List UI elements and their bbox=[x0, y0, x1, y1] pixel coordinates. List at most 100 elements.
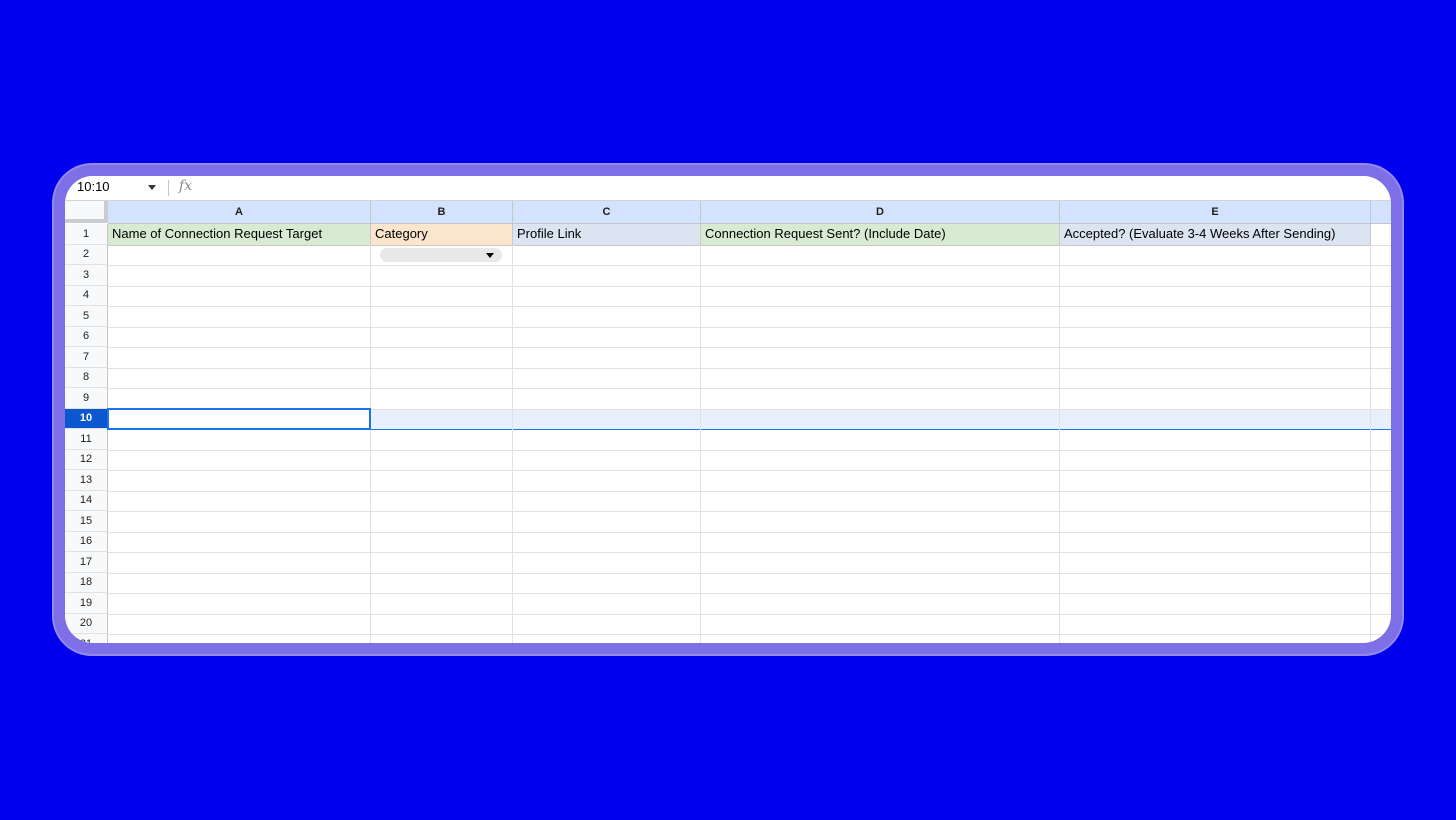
cell-f15[interactable] bbox=[1371, 511, 1391, 533]
cell-f11[interactable] bbox=[1371, 429, 1391, 451]
cell-b21[interactable] bbox=[371, 634, 513, 643]
cell-d6[interactable] bbox=[701, 326, 1060, 348]
cell-a19[interactable] bbox=[108, 593, 371, 615]
cell-c10[interactable] bbox=[513, 408, 701, 430]
cell-f7[interactable] bbox=[1371, 347, 1391, 369]
row-header-7[interactable]: 7 bbox=[65, 347, 108, 368]
cell-d12[interactable] bbox=[701, 449, 1060, 471]
header-cell-e[interactable]: Accepted? (Evaluate 3-4 Weeks After Send… bbox=[1060, 224, 1371, 246]
cell-e2[interactable] bbox=[1060, 244, 1371, 266]
cell-f9[interactable] bbox=[1371, 388, 1391, 410]
column-header-partial[interactable] bbox=[1371, 201, 1391, 224]
cell-c14[interactable] bbox=[513, 490, 701, 512]
cell-e19[interactable] bbox=[1060, 593, 1371, 615]
cell-b6[interactable] bbox=[371, 326, 513, 348]
cell-f17[interactable] bbox=[1371, 552, 1391, 574]
cell-b19[interactable] bbox=[371, 593, 513, 615]
cell-b14[interactable] bbox=[371, 490, 513, 512]
cell-a7[interactable] bbox=[108, 347, 371, 369]
cell-b18[interactable] bbox=[371, 572, 513, 594]
cell-d11[interactable] bbox=[701, 429, 1060, 451]
cell-b17[interactable] bbox=[371, 552, 513, 574]
cell-d18[interactable] bbox=[701, 572, 1060, 594]
cell-e16[interactable] bbox=[1060, 531, 1371, 553]
cell-c7[interactable] bbox=[513, 347, 701, 369]
cell-f19[interactable] bbox=[1371, 593, 1391, 615]
cell-e6[interactable] bbox=[1060, 326, 1371, 348]
cell-e18[interactable] bbox=[1060, 572, 1371, 594]
cell-a5[interactable] bbox=[108, 306, 371, 328]
cell-c21[interactable] bbox=[513, 634, 701, 643]
cell-f16[interactable] bbox=[1371, 532, 1391, 553]
cell-d10[interactable] bbox=[701, 408, 1060, 430]
cell-e21[interactable] bbox=[1060, 634, 1371, 643]
active-cell-a10[interactable] bbox=[107, 407, 371, 430]
cell-d19[interactable] bbox=[701, 593, 1060, 615]
cell-b5[interactable] bbox=[371, 306, 513, 328]
row-header-5[interactable]: 5 bbox=[65, 306, 108, 327]
cell-b12[interactable] bbox=[371, 449, 513, 471]
cell-b15[interactable] bbox=[371, 511, 513, 533]
cell-d13[interactable] bbox=[701, 470, 1060, 492]
cell-f8[interactable] bbox=[1371, 368, 1391, 389]
cell-c4[interactable] bbox=[513, 285, 701, 307]
cell-c11[interactable] bbox=[513, 429, 701, 451]
row-header-4[interactable]: 4 bbox=[65, 285, 108, 306]
row-header-15[interactable]: 15 bbox=[65, 511, 108, 532]
row-header-19[interactable]: 19 bbox=[65, 593, 108, 614]
cell-e14[interactable] bbox=[1060, 490, 1371, 512]
cell-a2[interactable] bbox=[108, 244, 371, 266]
cell-e12[interactable] bbox=[1060, 449, 1371, 471]
cell-e15[interactable] bbox=[1060, 511, 1371, 533]
cell-a14[interactable] bbox=[108, 490, 371, 512]
cell-e20[interactable] bbox=[1060, 613, 1371, 635]
cell-b3[interactable] bbox=[371, 265, 513, 287]
cell-c16[interactable] bbox=[513, 531, 701, 553]
select-all-corner[interactable] bbox=[65, 201, 108, 223]
cell-b7[interactable] bbox=[371, 347, 513, 369]
cell-a9[interactable] bbox=[108, 388, 371, 410]
cell-b10[interactable] bbox=[371, 408, 513, 430]
cell-d21[interactable] bbox=[701, 634, 1060, 643]
cell-a17[interactable] bbox=[108, 552, 371, 574]
cell-f4[interactable] bbox=[1371, 286, 1391, 307]
cell-f2[interactable] bbox=[1371, 245, 1391, 266]
cell-e17[interactable] bbox=[1060, 552, 1371, 574]
row-header-9[interactable]: 9 bbox=[65, 388, 108, 409]
header-cell-a[interactable]: Name of Connection Request Target bbox=[108, 224, 371, 246]
cell-c15[interactable] bbox=[513, 511, 701, 533]
cell-a12[interactable] bbox=[108, 449, 371, 471]
column-header-a[interactable]: A bbox=[108, 201, 371, 224]
cell-a15[interactable] bbox=[108, 511, 371, 533]
cell-d3[interactable] bbox=[701, 265, 1060, 287]
cell-b16[interactable] bbox=[371, 531, 513, 553]
row-header-6[interactable]: 6 bbox=[65, 326, 108, 347]
cell-c13[interactable] bbox=[513, 470, 701, 492]
column-header-c[interactable]: C bbox=[513, 201, 701, 224]
cell-a13[interactable] bbox=[108, 470, 371, 492]
cell-f1[interactable] bbox=[1371, 224, 1391, 246]
row-header-10[interactable]: 10 bbox=[65, 408, 108, 429]
name-box-dropdown-icon[interactable] bbox=[148, 185, 156, 190]
cell-b13[interactable] bbox=[371, 470, 513, 492]
cell-f10[interactable] bbox=[1371, 409, 1391, 431]
row-header-8[interactable]: 8 bbox=[65, 367, 108, 388]
name-box[interactable]: 10:10 bbox=[77, 179, 110, 194]
cell-f3[interactable] bbox=[1371, 265, 1391, 287]
cell-e3[interactable] bbox=[1060, 265, 1371, 287]
cell-c2[interactable] bbox=[513, 244, 701, 266]
cell-a21[interactable] bbox=[108, 634, 371, 643]
cell-b11[interactable] bbox=[371, 429, 513, 451]
row-header-13[interactable]: 13 bbox=[65, 470, 108, 491]
header-cell-b[interactable]: Category bbox=[371, 224, 513, 246]
cell-d5[interactable] bbox=[701, 306, 1060, 328]
cell-e10[interactable] bbox=[1060, 408, 1371, 430]
cell-f5[interactable] bbox=[1371, 306, 1391, 328]
cell-a6[interactable] bbox=[108, 326, 371, 348]
row-header-17[interactable]: 17 bbox=[65, 552, 108, 573]
cell-e13[interactable] bbox=[1060, 470, 1371, 492]
cell-f12[interactable] bbox=[1371, 450, 1391, 471]
cell-d14[interactable] bbox=[701, 490, 1060, 512]
row-header-12[interactable]: 12 bbox=[65, 449, 108, 470]
cell-d15[interactable] bbox=[701, 511, 1060, 533]
